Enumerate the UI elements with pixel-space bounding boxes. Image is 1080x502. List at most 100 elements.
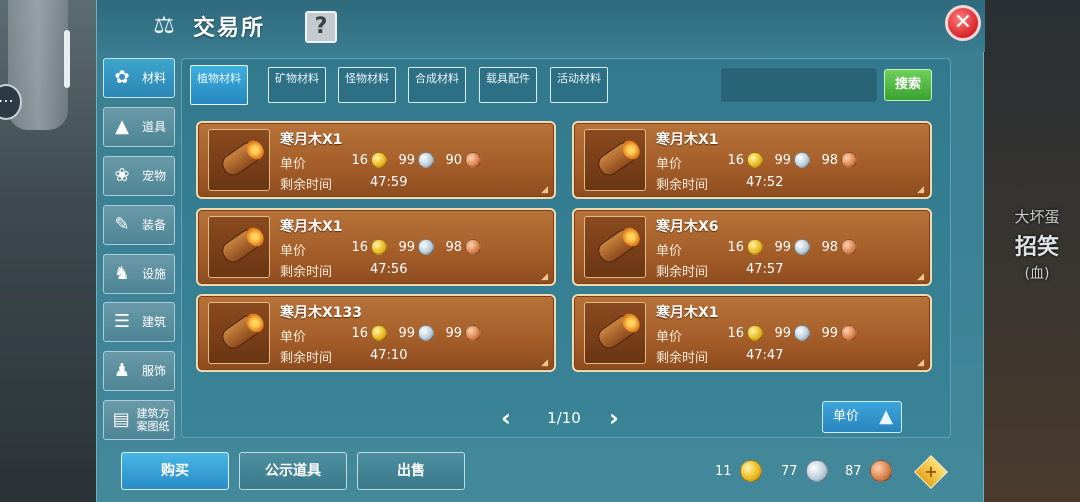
sort-label: 单价 — [833, 409, 860, 424]
sidebar-item-label: 装备 — [142, 217, 167, 232]
sidebar-item-label: 材料 — [142, 70, 167, 85]
plus-icon: + — [924, 462, 938, 481]
remaining-time: 47:56 — [370, 262, 408, 277]
npc-nameplate: 大坏蛋 招笑 (⾎) — [992, 206, 1080, 283]
gold-amount: 16 — [351, 325, 368, 341]
copper-coin-icon — [465, 325, 481, 341]
wallet-silver: 77 — [781, 460, 828, 482]
gold-coin-icon — [747, 152, 763, 168]
copper-amount: 99 — [821, 325, 838, 341]
flower-cluster-icon: ✿ — [114, 67, 130, 88]
gold-amount: 16 — [351, 152, 368, 168]
copper-amount: 99 — [445, 325, 462, 341]
silver-coin-icon — [805, 460, 828, 482]
sidebar-item-blueprints[interactable]: ▤ 建筑方案图纸 — [103, 400, 175, 440]
silver-coin-icon — [794, 152, 810, 168]
listing-card[interactable]: 寒月木X1 单价 16 99 98 剩余时间 47:56 ◢ — [196, 208, 556, 286]
listing-card[interactable]: 寒月木X1 单价 16 99 98 剩余时间 47:52 ◢ — [572, 121, 932, 199]
add-currency-button[interactable]: + — [914, 455, 948, 489]
gold-coin-icon — [371, 325, 387, 341]
equipment-icon: ✎ — [114, 214, 130, 235]
unit-price-label: 单价 — [656, 157, 683, 172]
gold-amount: 16 — [727, 325, 744, 341]
copper-coin-icon — [869, 460, 892, 482]
sidebar-item-facilities[interactable]: ♞ 设施 — [103, 254, 175, 294]
sidebar-item-label: 设施 — [142, 266, 167, 281]
sort-by-price-button[interactable]: 单价 ▲ — [822, 401, 902, 433]
unit-price: 16 99 98 — [348, 239, 489, 255]
corner-mark-icon: ◢ — [917, 358, 924, 368]
silver-coin-icon — [794, 239, 810, 255]
silver-amount: 99 — [398, 325, 415, 341]
silver-balance: 77 — [781, 463, 798, 479]
sidebar-item-label: 宠物 — [142, 168, 167, 183]
tab-monster-materials[interactable]: 怪物材料 — [338, 67, 396, 103]
listing-card[interactable]: 寒月木X1 单价 16 99 90 剩余时间 47:59 ◢ — [196, 121, 556, 199]
sidebar-item-label: 道具 — [142, 119, 167, 134]
unit-price: 16 99 98 — [724, 152, 865, 168]
buy-button[interactable]: 购买 — [121, 452, 229, 490]
search-input[interactable] — [720, 67, 878, 103]
copper-coin-icon — [841, 239, 857, 255]
sell-button[interactable]: 出售 — [357, 452, 465, 490]
tab-crafting-materials[interactable]: 合成材料 — [408, 67, 466, 103]
tab-plant-materials[interactable]: 植物材料 — [190, 65, 248, 105]
sidebar-item-materials[interactable]: ✿ 材料 — [103, 58, 175, 98]
gold-coin-icon — [747, 325, 763, 341]
wallet-gold: 11 — [715, 460, 762, 482]
chevron-right-icon[interactable]: › — [604, 405, 624, 431]
chevron-left-icon[interactable]: ‹ — [496, 405, 516, 431]
wood-log-icon — [584, 129, 646, 191]
gold-amount: 16 — [727, 239, 744, 255]
copper-coin-icon — [465, 152, 481, 168]
silver-coin-icon — [418, 325, 434, 341]
tab-event-materials[interactable]: 活动材料 — [550, 67, 608, 103]
listing-card[interactable]: 寒月木X1 单价 16 99 99 剩余时间 47:47 ◢ — [572, 294, 932, 372]
item-name: 寒月木X1 — [280, 132, 343, 148]
corner-mark-icon: ◢ — [917, 272, 924, 282]
corner-mark-icon: ◢ — [541, 358, 548, 368]
tab-vehicle-parts[interactable]: 载具配件 — [479, 67, 537, 103]
sidebar-item-pets[interactable]: ❀ 宠物 — [103, 156, 175, 196]
remaining-time: 47:59 — [370, 175, 408, 190]
item-name: 寒月木X1 — [656, 132, 719, 148]
exchange-panel: ⚖ 交易所 ? ✕ ✿ 材料 ▲ 道具 ❀ 宠物 ✎ 装备 ♞ 设施 ☰ 建筑 — [96, 0, 985, 502]
title-bar: ⚖ 交易所 ? ✕ — [97, 0, 985, 52]
copper-amount: 98 — [821, 239, 838, 255]
help-button[interactable]: ? — [305, 11, 337, 43]
facility-icon: ♞ — [113, 263, 131, 284]
corner-mark-icon: ◢ — [917, 185, 924, 195]
remaining-time: 47:52 — [746, 175, 784, 190]
remaining-time: 47:47 — [746, 348, 784, 363]
listing-card[interactable]: 寒月木X6 单价 16 99 98 剩余时间 47:57 ◢ — [572, 208, 932, 286]
page-title: 交易所 — [193, 16, 266, 41]
clothing-icon: ♟ — [113, 360, 131, 381]
wood-log-icon — [584, 302, 646, 364]
unit-price-label: 单价 — [280, 244, 307, 259]
silver-amount: 99 — [398, 152, 415, 168]
sort-arrow-icon: ▲ — [879, 406, 893, 427]
remaining-time-label: 剩余时间 — [280, 265, 333, 280]
unit-price-label: 单价 — [656, 244, 683, 259]
npc-title: 大坏蛋 — [1014, 208, 1060, 226]
unit-price-label: 单价 — [280, 157, 307, 172]
scroll-indicator — [64, 30, 70, 88]
listing-card[interactable]: 寒月木X133 单价 16 99 99 剩余时间 47:10 ◢ — [196, 294, 556, 372]
remaining-time-label: 剩余时间 — [656, 351, 709, 366]
item-name: 寒月木X133 — [280, 305, 363, 321]
search-button[interactable]: 搜索 — [884, 69, 932, 101]
wood-log-icon — [208, 302, 270, 364]
gold-balance: 11 — [715, 463, 732, 479]
silver-amount: 99 — [774, 239, 791, 255]
item-name: 寒月木X6 — [656, 219, 719, 235]
sidebar-item-buildings[interactable]: ☰ 建筑 — [103, 302, 175, 342]
sidebar-item-props[interactable]: ▲ 道具 — [103, 107, 175, 147]
close-button[interactable]: ✕ — [945, 5, 981, 41]
sidebar-item-equipment[interactable]: ✎ 装备 — [103, 205, 175, 245]
tab-mineral-materials[interactable]: 矿物材料 — [268, 67, 326, 103]
copper-coin-icon — [465, 239, 481, 255]
remaining-time: 47:10 — [370, 348, 408, 363]
public-items-button[interactable]: 公示道具 — [239, 452, 347, 490]
sidebar-item-clothing[interactable]: ♟ 服饰 — [103, 351, 175, 391]
copper-amount: 90 — [445, 152, 462, 168]
